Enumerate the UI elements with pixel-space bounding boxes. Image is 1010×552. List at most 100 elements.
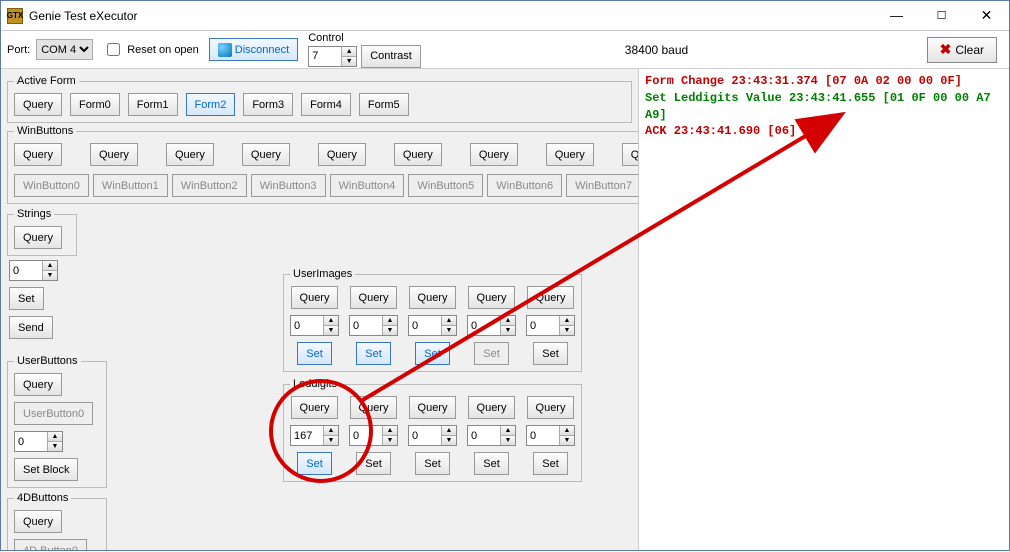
winbutton2[interactable]: WinButton2 — [172, 174, 247, 197]
ld-spin-4[interactable]: ▲▼ — [526, 425, 575, 446]
ld-spin-3[interactable]: ▲▼ — [467, 425, 516, 446]
userbuttons-legend: UserButtons — [14, 355, 81, 367]
ld-query-0[interactable]: Query — [291, 396, 339, 419]
window-title: Genie Test eXecutor — [29, 9, 874, 23]
fdbutton0[interactable]: 4D Button0 — [14, 539, 87, 550]
ui-spin-3[interactable]: ▲▼ — [467, 315, 516, 336]
winbutton4[interactable]: WinButton4 — [330, 174, 405, 197]
winbtn-query-6[interactable]: Query — [470, 143, 518, 166]
disconnect-label: Disconnect — [235, 44, 289, 56]
ld-set-2[interactable]: Set — [415, 452, 450, 475]
winbutton6[interactable]: WinButton6 — [487, 174, 562, 197]
winbtn-query-2[interactable]: Query — [166, 143, 214, 166]
ld-query-1[interactable]: Query — [350, 396, 398, 419]
control-input[interactable] — [309, 47, 341, 66]
fdbuttons-query[interactable]: Query — [14, 510, 62, 533]
form0-button[interactable]: Form0 — [70, 93, 120, 116]
form1-button[interactable]: Form1 — [128, 93, 178, 116]
userimages-legend: UserImages — [290, 268, 355, 280]
winbutton3[interactable]: WinButton3 — [251, 174, 326, 197]
winbutton0[interactable]: WinButton0 — [14, 174, 89, 197]
ld-set-4[interactable]: Set — [533, 452, 568, 475]
log-line-2: Set Leddigits Value 23:43:41.655 [01 0F … — [645, 90, 1003, 124]
userbutton0[interactable]: UserButton0 — [14, 402, 93, 425]
winbtn-query-0[interactable]: Query — [14, 143, 62, 166]
clear-button[interactable]: ✖ Clear — [927, 37, 997, 63]
reset-on-open[interactable]: Reset on open — [103, 40, 199, 59]
strings-legend: Strings — [14, 208, 54, 220]
log-pane: Form Change 23:43:31.374 [07 0A 02 00 00… — [639, 69, 1009, 550]
leddigits-group: Leddigits Query ▲▼ Set Query ▲▼ Set — [283, 378, 582, 482]
ld-query-3[interactable]: Query — [468, 396, 516, 419]
port-select[interactable]: COM 4 — [36, 39, 93, 60]
ld-set-1[interactable]: Set — [356, 452, 391, 475]
ui-spin-4[interactable]: ▲▼ — [526, 315, 575, 336]
fdbuttons-legend: 4DButtons — [14, 492, 71, 504]
leddigits-legend: Leddigits — [290, 378, 340, 390]
userbuttons-spin[interactable]: ▲▼ — [14, 431, 63, 452]
userbuttons-setblock[interactable]: Set Block — [14, 458, 78, 481]
form3-button[interactable]: Form3 — [243, 93, 293, 116]
disconnect-button[interactable]: Disconnect — [209, 38, 298, 61]
strings-spin[interactable]: ▲▼ — [9, 260, 58, 281]
winbtn-query-5[interactable]: Query — [394, 143, 442, 166]
left-pane: Active Form Query Form0 Form1 Form2 Form… — [1, 69, 639, 550]
ui-set-3[interactable]: Set — [474, 342, 509, 365]
strings-query[interactable]: Query — [14, 226, 62, 249]
winbtn-query-3[interactable]: Query — [242, 143, 290, 166]
baud-text: 38400 baud — [625, 43, 688, 57]
minimize-button[interactable]: — — [874, 1, 919, 30]
ui-query-3[interactable]: Query — [468, 286, 516, 309]
ld-set-0[interactable]: Set — [297, 452, 332, 475]
maximize-button[interactable]: ☐ — [919, 1, 964, 30]
activeform-query[interactable]: Query — [14, 93, 62, 116]
ui-spin-1[interactable]: ▲▼ — [349, 315, 398, 336]
winbutton7[interactable]: WinButton7 — [566, 174, 639, 197]
ld-set-3[interactable]: Set — [474, 452, 509, 475]
activeform-legend: Active Form — [14, 75, 79, 87]
ld-query-2[interactable]: Query — [409, 396, 457, 419]
toolbar: Port: COM 4 Reset on open Disconnect Con… — [1, 31, 1009, 69]
ui-spin-0[interactable]: ▲▼ — [290, 315, 339, 336]
contrast-button[interactable]: Contrast — [361, 45, 421, 68]
control-spin[interactable]: ▲▼ — [308, 46, 357, 67]
form5-button[interactable]: Form5 — [359, 93, 409, 116]
userbuttons-input[interactable] — [15, 432, 47, 451]
winbtn-query-1[interactable]: Query — [90, 143, 138, 166]
up-arrow-icon[interactable]: ▲ — [342, 47, 356, 57]
strings-set[interactable]: Set — [9, 287, 44, 310]
ld-query-4[interactable]: Query — [527, 396, 575, 419]
winbtn-query-4[interactable]: Query — [318, 143, 366, 166]
strings-input[interactable] — [10, 261, 42, 280]
ui-set-4[interactable]: Set — [533, 342, 568, 365]
winbtn-query-7[interactable]: Query — [546, 143, 594, 166]
ui-set-0[interactable]: Set — [297, 342, 332, 365]
ui-query-4[interactable]: Query — [527, 286, 575, 309]
reset-label: Reset on open — [127, 44, 199, 56]
winbutton1[interactable]: WinButton1 — [93, 174, 168, 197]
ui-query-1[interactable]: Query — [350, 286, 398, 309]
form2-button[interactable]: Form2 — [186, 93, 236, 116]
reset-checkbox[interactable] — [107, 43, 120, 56]
activeform-group: Active Form Query Form0 Form1 Form2 Form… — [7, 75, 632, 123]
ui-spin-2[interactable]: ▲▼ — [408, 315, 457, 336]
ld-spin-1[interactable]: ▲▼ — [349, 425, 398, 446]
ui-query-2[interactable]: Query — [409, 286, 457, 309]
strings-send[interactable]: Send — [9, 316, 53, 339]
log-line-3: ACK 23:43:41.690 [06] — [645, 123, 1003, 140]
close-button[interactable]: ✕ — [964, 1, 1009, 30]
window-controls: — ☐ ✕ — [874, 1, 1009, 31]
down-arrow-icon[interactable]: ▼ — [342, 57, 356, 66]
winbutton5[interactable]: WinButton5 — [408, 174, 483, 197]
userbuttons-query[interactable]: Query — [14, 373, 62, 396]
ui-query-0[interactable]: Query — [291, 286, 339, 309]
control-group: Control ▲▼ Contrast — [308, 32, 421, 68]
ui-set-1[interactable]: Set — [356, 342, 391, 365]
form4-button[interactable]: Form4 — [301, 93, 351, 116]
clear-label: Clear — [955, 43, 984, 57]
ui-set-2[interactable]: Set — [415, 342, 450, 365]
ld-spin-2[interactable]: ▲▼ — [408, 425, 457, 446]
ld-spin-0[interactable]: ▲▼ — [290, 425, 339, 446]
titlebar: GTX Genie Test eXecutor — ☐ ✕ — [1, 1, 1009, 31]
winbtn-query-8[interactable]: Query — [622, 143, 639, 166]
